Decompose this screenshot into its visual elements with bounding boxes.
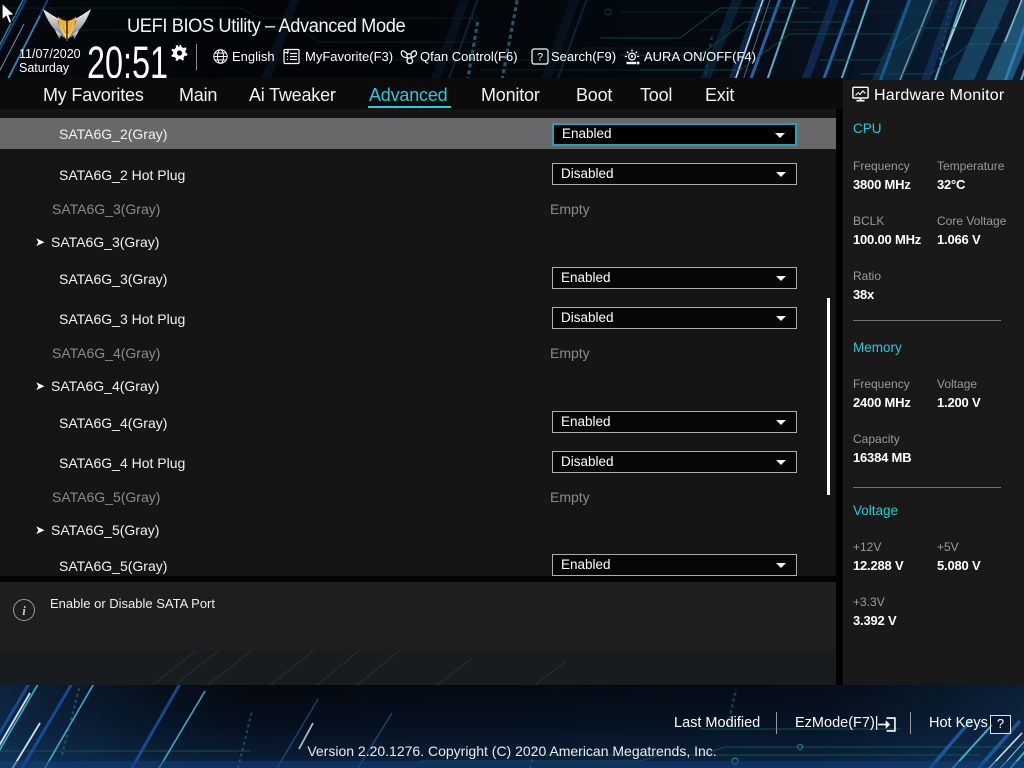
svg-text:?: ?: [537, 52, 543, 64]
